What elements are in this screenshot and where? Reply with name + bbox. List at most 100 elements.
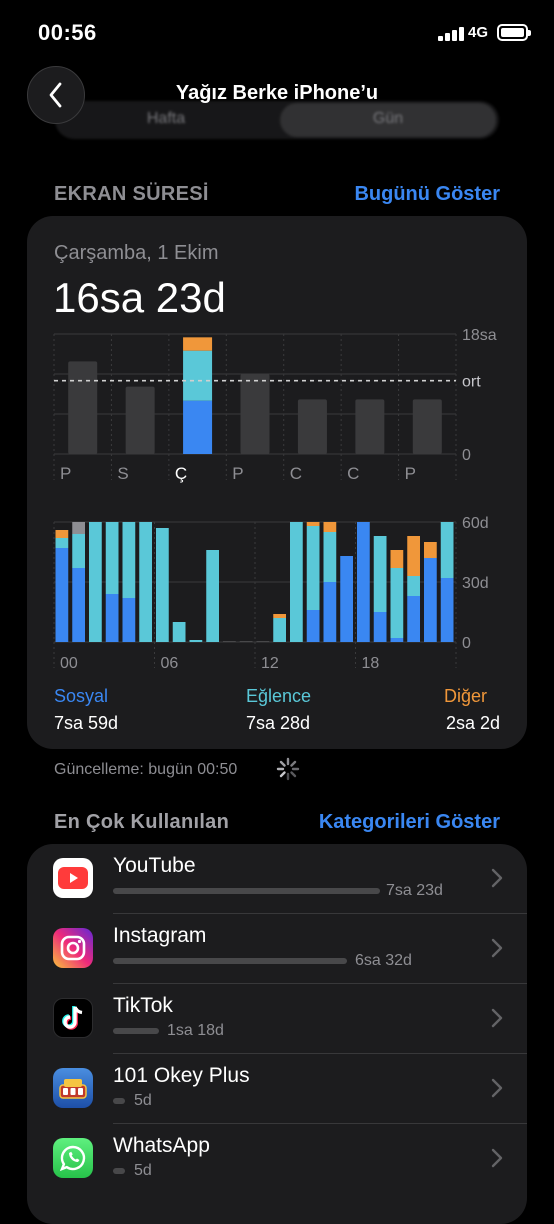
hourly-bar-segment[interactable] [290, 522, 303, 642]
hourly-bar-segment[interactable] [323, 532, 337, 582]
weekly-chart[interactable]: 18sa ort 0 P S Ç P C C P [0, 320, 554, 490]
selected-date: Çarşamba, 1 Ekim [54, 242, 219, 264]
chevron-right-icon [491, 938, 503, 958]
chevron-right-icon [491, 1148, 503, 1168]
hourly-bar-segment[interactable] [390, 568, 404, 638]
legend-other-value: 2sa 2d [445, 713, 500, 733]
usage-bar [113, 1098, 125, 1104]
signal-icon [438, 27, 464, 41]
weekly-bar[interactable] [297, 399, 327, 454]
show-today-link[interactable]: Bugünü Göster [354, 183, 500, 206]
app-row-whatsapp[interactable]: WhatsApp 5d [27, 1124, 527, 1194]
status-bar: 00:56 4G [0, 0, 554, 66]
usage-duration: 5d [134, 1162, 152, 1179]
app-name: 101 Okey Plus [113, 1064, 250, 1087]
hourly-x-label: 06 [161, 655, 179, 672]
hourly-bar-segment[interactable] [206, 550, 219, 642]
hourly-bar-segment[interactable] [424, 542, 437, 558]
app-row-youtube[interactable]: YouTube 7sa 23d [27, 844, 527, 914]
usage-duration: 6sa 32d [355, 952, 412, 969]
weekly-day-label: S [117, 464, 128, 483]
usage-bar [113, 888, 380, 894]
hourly-bar-segment[interactable] [440, 578, 454, 642]
weekly-day-label: Ç [175, 464, 187, 483]
hourly-bar-segment[interactable] [373, 612, 387, 642]
hourly-bar-segment[interactable] [306, 522, 320, 526]
period-segmented-control[interactable]: Hafta Gün [55, 101, 499, 139]
chevron-right-icon [491, 868, 503, 888]
weekly-average-label: ort [462, 374, 481, 391]
weekly-bar-segment[interactable] [183, 400, 213, 454]
hourly-bar-segment[interactable] [407, 536, 420, 576]
hourly-bar-segment[interactable] [306, 526, 320, 610]
weekly-day-label: P [405, 464, 416, 483]
hourly-bar-segment[interactable] [139, 522, 152, 642]
hourly-bar-segment[interactable] [424, 558, 437, 642]
status-time: 00:56 [38, 20, 97, 45]
instagram-icon [53, 928, 93, 968]
hourly-bar-segment[interactable] [323, 582, 337, 642]
hourly-bar-segment[interactable] [390, 638, 404, 642]
hourly-bar-segment[interactable] [407, 576, 420, 596]
chevron-right-icon [491, 1078, 503, 1098]
weekly-day-label: P [232, 464, 243, 483]
weekly-bar[interactable] [240, 374, 270, 454]
hourly-bar-segment[interactable] [273, 618, 286, 642]
hourly-bar-segment[interactable] [156, 528, 169, 642]
hourly-bar-segment[interactable] [306, 610, 320, 642]
hourly-bar-segment[interactable] [122, 522, 136, 598]
hourly-bar-segment[interactable] [122, 598, 136, 642]
weekly-day-label: C [347, 464, 359, 483]
app-row-instagram[interactable]: Instagram 6sa 32d [27, 914, 527, 984]
total-screen-time: 16sa 23d [53, 274, 226, 321]
hourly-bar-segment[interactable] [390, 550, 404, 568]
usage-bar [113, 1168, 125, 1174]
hourly-y-max-label: 60d [462, 515, 489, 532]
page-title: Yağız Berke iPhone’u [175, 82, 379, 104]
hourly-bar-segment[interactable] [72, 534, 85, 568]
hourly-bar-segment[interactable] [340, 556, 353, 642]
hourly-x-label: 12 [261, 655, 279, 672]
weekly-bar[interactable] [355, 399, 385, 454]
usage-duration: 1sa 18d [167, 1022, 224, 1039]
hourly-bar-segment[interactable] [55, 538, 69, 548]
hourly-bar-segment[interactable] [357, 522, 370, 642]
hourly-bar-segment[interactable] [440, 522, 454, 578]
hourly-x-label: 18 [362, 655, 380, 672]
hourly-bar-segment[interactable] [273, 614, 286, 618]
hourly-bar-segment[interactable] [189, 640, 203, 642]
app-name: WhatsApp [113, 1134, 210, 1157]
app-name: Instagram [113, 924, 207, 947]
hourly-bar-segment[interactable] [407, 596, 420, 642]
weekly-bar[interactable] [125, 386, 155, 454]
legend-entertainment-label: Eğlence [246, 686, 312, 706]
hourly-bar-segment[interactable] [89, 522, 102, 642]
usage-duration: 7sa 23d [386, 882, 443, 899]
hourly-bar-segment[interactable] [373, 536, 387, 612]
weekly-bar[interactable] [68, 361, 98, 454]
usage-bar [113, 1028, 159, 1034]
weekly-bar-segment[interactable] [183, 350, 213, 401]
hourly-bar-segment[interactable] [323, 522, 337, 532]
hourly-bar-segment[interactable] [55, 530, 69, 538]
weekly-y-zero-label: 0 [462, 447, 471, 464]
hourly-bar-segment[interactable] [105, 594, 119, 642]
segment-day[interactable]: Gün [277, 110, 499, 128]
weekly-bar[interactable] [412, 399, 442, 454]
weekly-bar-segment[interactable] [183, 337, 213, 351]
hourly-chart[interactable]: 60d 30d 0 00 06 12 18 [0, 505, 554, 675]
hourly-bar-segment[interactable] [105, 522, 119, 594]
hourly-bar-segment[interactable] [72, 522, 85, 534]
app-row-101-okey-plus[interactable]: 101 Okey Plus 5d [27, 1054, 527, 1124]
show-categories-link[interactable]: Kategorileri Göster [319, 811, 500, 834]
legend-entertainment-value: 7sa 28d [246, 713, 311, 733]
hourly-bar-segment[interactable] [72, 568, 85, 642]
youtube-icon [53, 858, 93, 898]
hourly-bar-segment[interactable] [172, 622, 186, 642]
legend-social-label: Sosyal [54, 686, 109, 706]
loading-spinner-icon [276, 757, 300, 781]
hourly-bar-segment[interactable] [55, 548, 69, 642]
legend-other-label: Diğer [443, 686, 487, 706]
segment-week[interactable]: Hafta [55, 110, 277, 128]
app-row-tiktok[interactable]: TikTok 1sa 18d [27, 984, 527, 1054]
